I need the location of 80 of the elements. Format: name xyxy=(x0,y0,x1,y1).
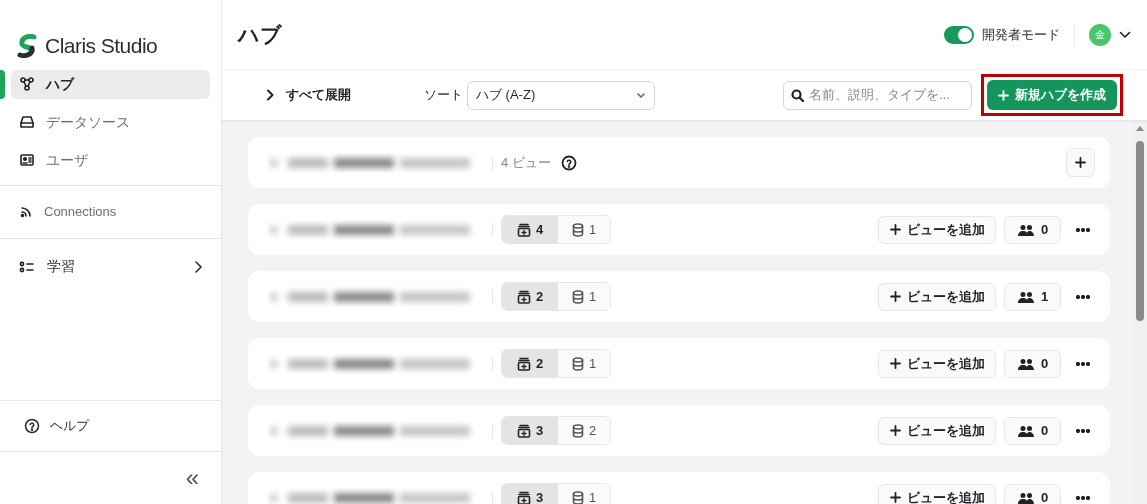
data-sources-tab[interactable]: 1 xyxy=(558,484,610,504)
scrollbar[interactable] xyxy=(1133,122,1147,504)
database-icon xyxy=(571,356,584,371)
views-tab[interactable]: 2 xyxy=(502,283,558,310)
id-card-icon xyxy=(20,153,34,167)
add-view-button[interactable]: ビューを追加 xyxy=(878,483,996,504)
users-button[interactable]: 0 xyxy=(1004,215,1061,244)
users-button[interactable]: 1 xyxy=(1004,282,1061,311)
add-view-button[interactable]: ビューを追加 xyxy=(878,349,996,378)
views-tab[interactable]: 2 xyxy=(502,350,558,377)
list-icon xyxy=(19,260,35,273)
sort-dropdown[interactable]: ハブ (A-Z) xyxy=(467,80,655,110)
brand-name: Claris Studio xyxy=(45,33,158,59)
users-button[interactable]: 0 xyxy=(1004,483,1061,504)
collapse-button[interactable]: « xyxy=(185,466,199,490)
help-icon xyxy=(24,418,40,434)
stack-icon xyxy=(516,490,531,504)
drive-icon xyxy=(20,115,34,129)
sidebar-item[interactable]: ハブ xyxy=(11,69,210,99)
more-icon xyxy=(1076,428,1090,433)
users-icon xyxy=(1016,491,1035,504)
toggle-switch[interactable] xyxy=(944,25,974,44)
help-link[interactable]: ヘルプ xyxy=(24,416,89,436)
add-view-button[interactable]: ビューを追加 xyxy=(878,416,996,445)
sidebar-item[interactable]: ユーザ xyxy=(11,145,210,175)
chevron-down-icon xyxy=(636,91,646,99)
toggle-label: 開発者モード xyxy=(982,25,1060,44)
view-count: 4 ビュー xyxy=(501,153,551,172)
views-tab[interactable]: 3 xyxy=(502,484,558,504)
database-icon xyxy=(571,490,584,504)
stack-icon xyxy=(516,423,531,438)
avatar: 金 xyxy=(1089,23,1111,46)
database-icon xyxy=(571,289,584,304)
expand-all-button[interactable]: すべて展開 xyxy=(266,85,351,105)
users-button[interactable]: 0 xyxy=(1004,349,1061,378)
more-icon xyxy=(1076,495,1090,500)
plus-icon xyxy=(1075,157,1086,168)
stack-icon xyxy=(516,289,531,304)
users-button[interactable]: 0 xyxy=(1004,416,1061,445)
page-title: ハブ xyxy=(238,21,283,48)
users-icon xyxy=(1016,357,1035,370)
add-button[interactable] xyxy=(1066,148,1095,177)
stack-icon xyxy=(516,222,531,237)
more-icon xyxy=(1076,361,1090,366)
data-sources-tab[interactable]: 2 xyxy=(558,417,610,444)
plus-icon xyxy=(889,425,901,436)
data-sources-tab[interactable]: 1 xyxy=(558,216,610,243)
help-icon xyxy=(560,154,577,171)
stack-icon xyxy=(516,356,531,371)
learning-menu[interactable]: 学習 xyxy=(0,238,221,295)
data-sources-tab[interactable]: 1 xyxy=(558,283,610,310)
data-sources-tab[interactable]: 1 xyxy=(558,350,610,377)
chevron-right-icon xyxy=(193,259,203,274)
sidebar-item[interactable]: データソース xyxy=(11,107,210,137)
database-icon xyxy=(571,222,584,237)
plus-icon xyxy=(889,291,901,302)
sort-label: ソート xyxy=(424,86,463,105)
plus-icon xyxy=(889,224,901,235)
create-hub-button[interactable]: 新規ハブを作成 xyxy=(987,80,1117,110)
logo-icon xyxy=(17,33,37,58)
chevron-right-icon xyxy=(266,89,274,101)
users-icon xyxy=(1016,223,1035,236)
users-icon xyxy=(1016,424,1035,437)
plus-icon xyxy=(889,358,901,369)
database-icon xyxy=(571,423,584,438)
search-icon xyxy=(791,88,804,102)
add-view-button[interactable]: ビューを追加 xyxy=(878,215,996,244)
views-tab[interactable]: 3 xyxy=(502,417,558,444)
views-tab[interactable]: 4 xyxy=(502,216,558,243)
add-view-button[interactable]: ビューを追加 xyxy=(878,282,996,311)
more-icon xyxy=(1076,294,1090,299)
more-icon xyxy=(1076,227,1090,232)
connections-link[interactable]: Connections xyxy=(20,201,117,222)
search-field[interactable]: 名前、説明、タイプを... xyxy=(783,80,972,110)
plus-icon xyxy=(998,89,1009,101)
plus-icon xyxy=(889,492,901,503)
chevron-down-icon xyxy=(1119,30,1131,39)
users-icon xyxy=(1016,290,1035,303)
rss-icon xyxy=(20,205,32,218)
network-icon xyxy=(20,77,34,91)
